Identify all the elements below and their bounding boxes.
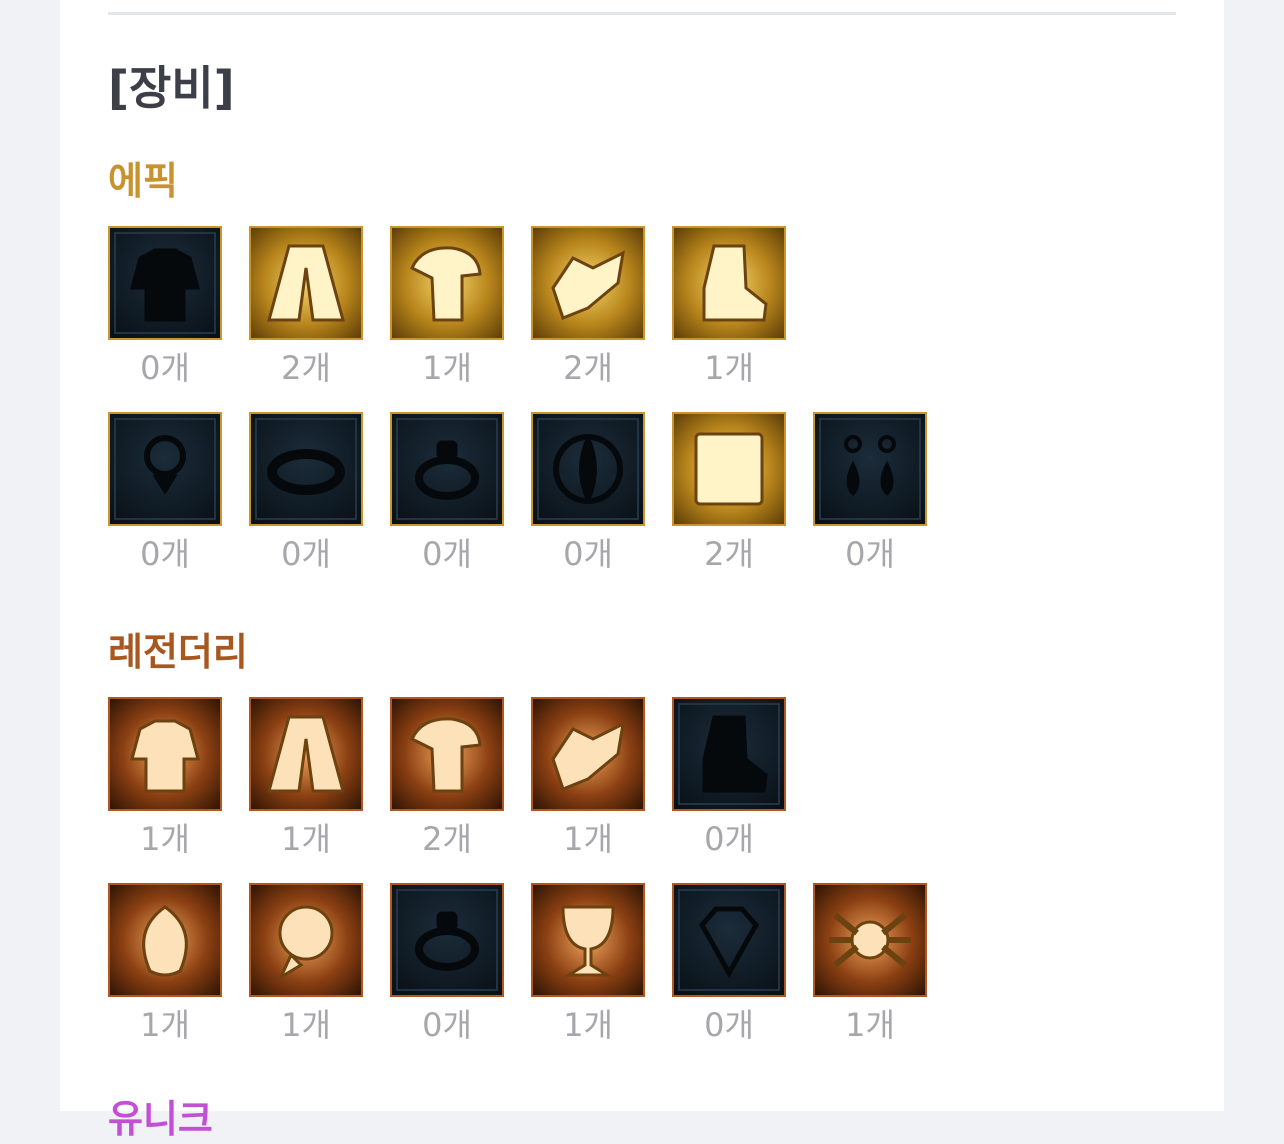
equipment-item[interactable]: 0개 — [390, 412, 504, 574]
equipment-item[interactable]: 0개 — [672, 697, 786, 859]
belt-armor-icon[interactable] — [531, 697, 645, 811]
bracelet-silhouette-icon[interactable] — [249, 412, 363, 526]
legendary-row-1: 1개 1개 2개 1개 0개 — [108, 697, 813, 859]
shoes-armor-icon[interactable] — [672, 226, 786, 340]
equipment-item[interactable]: 1개 — [249, 883, 363, 1045]
equipment-card: [장비] 에픽 0개 2개 1개 2개 1개 0개 0개 0개 0개 2개 0개 레전더리 1개 1… — [60, 0, 1224, 1141]
equipment-item[interactable]: 0개 — [531, 412, 645, 574]
equipment-item[interactable]: 0개 — [390, 883, 504, 1045]
equipment-item[interactable]: 2개 — [390, 697, 504, 859]
item-count: 0개 — [281, 535, 331, 573]
item-count: 1개 — [845, 1006, 895, 1044]
epic-grade-label: 에픽 — [108, 159, 178, 203]
goblet-support-icon[interactable] — [531, 883, 645, 997]
rose-bracelet-icon[interactable] — [249, 883, 363, 997]
item-count: 1개 — [563, 1006, 613, 1044]
equipment-item[interactable]: 1개 — [249, 697, 363, 859]
equipment-item[interactable]: 1개 — [531, 883, 645, 1045]
epic-row-2: 0개 0개 0개 0개 2개 0개 — [108, 412, 954, 574]
item-count: 2개 — [563, 349, 613, 387]
equipment-item[interactable]: 1개 — [531, 697, 645, 859]
equipment-item[interactable]: 2개 — [672, 412, 786, 574]
equipment-item[interactable]: 0개 — [672, 883, 786, 1045]
earring-silhouette-icon[interactable] — [813, 412, 927, 526]
bottom-armor-icon[interactable] — [249, 697, 363, 811]
item-count: 0개 — [422, 535, 472, 573]
equipment-item[interactable]: 0개 — [108, 412, 222, 574]
unique-grade-label: 유니크 — [108, 1097, 213, 1141]
item-count: 1개 — [704, 349, 754, 387]
equipment-item[interactable]: 2개 — [249, 226, 363, 388]
item-count: 2개 — [422, 820, 472, 858]
shoulder-armor-icon[interactable] — [390, 697, 504, 811]
item-count: 1개 — [140, 1006, 190, 1044]
item-count: 0개 — [704, 1006, 754, 1044]
legendary-row-2: 1개 1개 0개 1개 0개 1개 — [108, 883, 954, 1045]
item-count: 1개 — [281, 1006, 331, 1044]
item-count: 1개 — [563, 820, 613, 858]
equipment-item[interactable]: 2개 — [531, 226, 645, 388]
item-count: 1개 — [422, 349, 472, 387]
equipment-item[interactable]: 1개 — [813, 883, 927, 1045]
equipment-item[interactable]: 0개 — [249, 412, 363, 574]
top-armor-icon[interactable] — [108, 697, 222, 811]
item-count: 0개 — [563, 535, 613, 573]
item-count: 0개 — [140, 349, 190, 387]
item-count: 2개 — [281, 349, 331, 387]
equipment-item[interactable]: 1개 — [108, 697, 222, 859]
epic-row-1: 0개 2개 1개 2개 1개 — [108, 226, 813, 388]
magic-stone-book-icon[interactable] — [672, 412, 786, 526]
equipment-item[interactable]: 1개 — [390, 226, 504, 388]
equipment-item[interactable]: 1개 — [672, 226, 786, 388]
spider-earring-icon[interactable] — [813, 883, 927, 997]
item-count: 1개 — [281, 820, 331, 858]
shoulder-armor-icon[interactable] — [390, 226, 504, 340]
item-count: 0개 — [704, 820, 754, 858]
item-count: 0개 — [422, 1006, 472, 1044]
gem-silhouette-icon[interactable] — [672, 883, 786, 997]
item-count: 2개 — [704, 535, 754, 573]
divider — [108, 12, 1176, 15]
ring-silhouette-icon[interactable] — [390, 412, 504, 526]
item-count: 1개 — [140, 820, 190, 858]
item-count: 0개 — [140, 535, 190, 573]
ring-silhouette-icon[interactable] — [390, 883, 504, 997]
item-count: 0개 — [845, 535, 895, 573]
legendary-grade-label: 레전더리 — [108, 630, 248, 674]
support-silhouette-icon[interactable] — [531, 412, 645, 526]
section-title: [장비] — [108, 61, 235, 115]
necklace-silhouette-icon[interactable] — [108, 412, 222, 526]
equipment-item[interactable]: 0개 — [813, 412, 927, 574]
equipment-item[interactable]: 1개 — [108, 883, 222, 1045]
top-armor-silhouette-icon[interactable] — [108, 226, 222, 340]
bottom-armor-icon[interactable] — [249, 226, 363, 340]
equipment-item[interactable]: 0개 — [108, 226, 222, 388]
belt-armor-icon[interactable] — [531, 226, 645, 340]
leaf-necklace-icon[interactable] — [108, 883, 222, 997]
shoes-silhouette-icon[interactable] — [672, 697, 786, 811]
